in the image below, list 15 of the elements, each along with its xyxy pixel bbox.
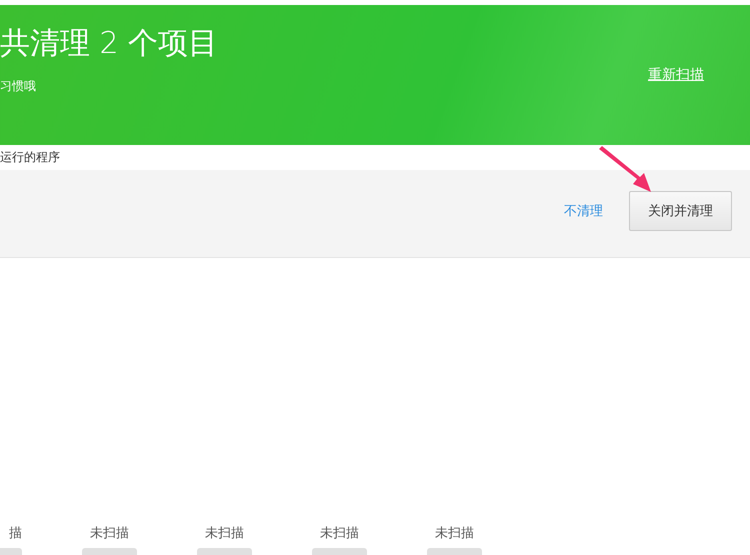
scan-status: 描 bbox=[9, 525, 22, 542]
item-tile bbox=[82, 548, 137, 555]
rescan-link[interactable]: 重新扫描 bbox=[648, 66, 704, 84]
scan-status: 未扫描 bbox=[320, 525, 359, 542]
item-tile bbox=[312, 548, 367, 555]
skip-link[interactable]: 不清理 bbox=[564, 202, 603, 220]
result-title: 共清理 2 个项目 bbox=[0, 25, 218, 63]
item-tile bbox=[197, 548, 252, 555]
section-title: 运行的程序 bbox=[0, 149, 60, 166]
item-tile bbox=[427, 548, 482, 555]
scan-status: 未扫描 bbox=[435, 525, 474, 542]
scan-status: 未扫描 bbox=[90, 525, 129, 542]
close-and-clean-button[interactable]: 关闭并清理 bbox=[629, 190, 732, 230]
result-subtitle: 习惯哦 bbox=[0, 78, 37, 95]
scan-status: 未扫描 bbox=[205, 525, 244, 542]
